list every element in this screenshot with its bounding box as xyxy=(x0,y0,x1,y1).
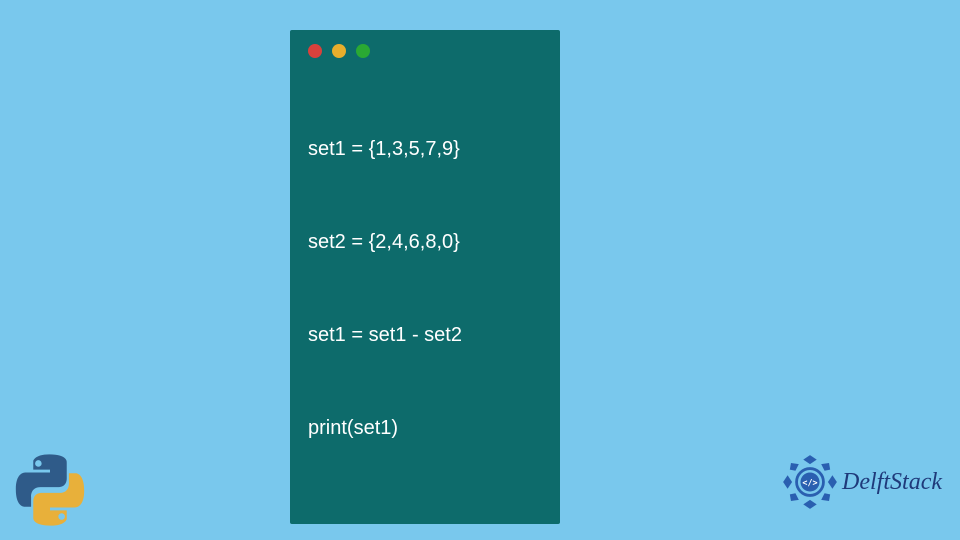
python-logo-icon xyxy=(10,450,90,530)
code-block: set1 = {1,3,5,7,9} set2 = {2,4,6,8,0} se… xyxy=(308,72,542,506)
code-line: set2 = {2,4,6,8,0} xyxy=(308,227,542,258)
brand-badge: </> DelftStack xyxy=(782,454,942,510)
close-icon xyxy=(308,44,322,58)
svg-text:</>: </> xyxy=(802,477,817,487)
brand-name: DelftStack xyxy=(842,469,942,496)
code-line: set1 = {1,3,5,7,9} xyxy=(308,134,542,165)
delftstack-logo-icon: </> xyxy=(782,454,838,510)
code-window: set1 = {1,3,5,7,9} set2 = {2,4,6,8,0} se… xyxy=(290,30,560,524)
code-line: set1 = set1 - set2 xyxy=(308,320,542,351)
minimize-icon xyxy=(332,44,346,58)
window-controls xyxy=(308,44,542,58)
code-line: print(set1) xyxy=(308,413,542,444)
maximize-icon xyxy=(356,44,370,58)
